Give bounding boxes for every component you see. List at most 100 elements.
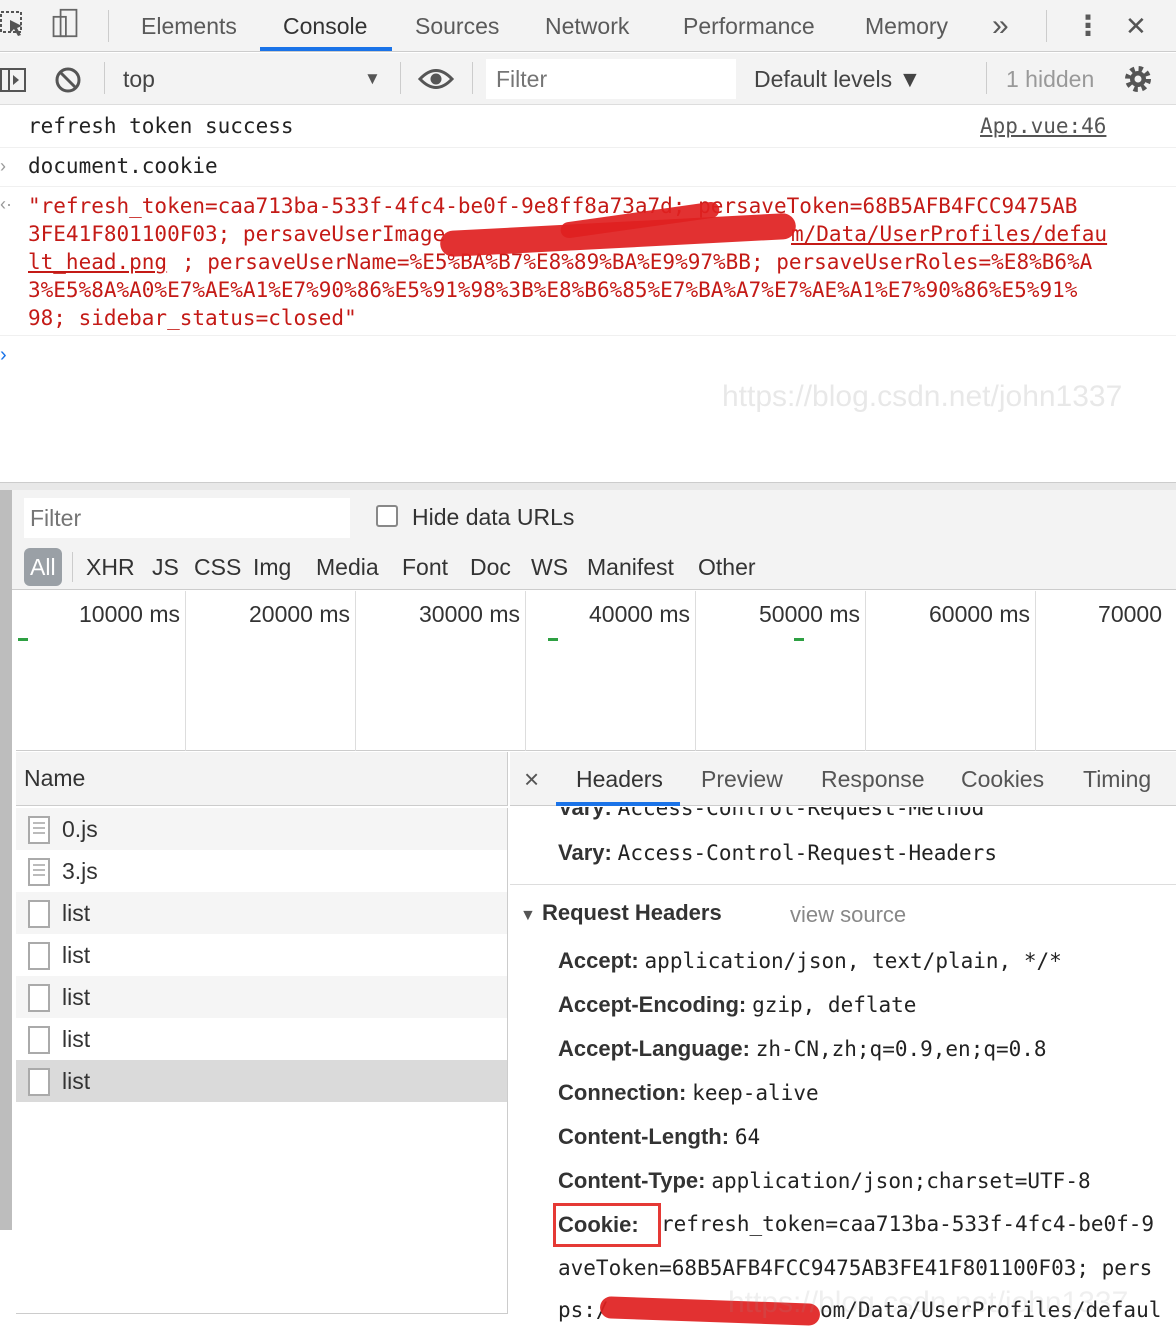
- header-name: Connection:: [558, 1080, 687, 1105]
- kebab-menu-icon[interactable]: ⋮: [1074, 0, 1102, 52]
- toolbar-divider: [1046, 10, 1047, 42]
- toolbar-divider: [108, 10, 109, 42]
- header-name: Accept-Encoding:: [558, 992, 747, 1017]
- device-toolbar-icon[interactable]: [50, 8, 80, 38]
- console-input-command: document.cookie: [28, 154, 218, 178]
- inspect-element-icon[interactable]: [0, 10, 30, 40]
- header-name: Content-Length:: [558, 1124, 730, 1149]
- section-divider: [510, 884, 1176, 885]
- cookie-output-line[interactable]: ; persaveUserName=%E5%BA%B7%E8%89%BA%E9%…: [182, 250, 1092, 274]
- header-value: application/json, text/plain, */*: [644, 949, 1062, 973]
- log-levels-dropdown[interactable]: Default levels ▼: [754, 53, 921, 105]
- request-name: list: [62, 1068, 91, 1094]
- tab-cookies[interactable]: Cookies: [961, 752, 1044, 806]
- close-icon[interactable]: ✕: [1125, 0, 1147, 52]
- filter-css-button[interactable]: CSS: [194, 548, 241, 586]
- context-selector[interactable]: top: [123, 53, 155, 105]
- timeline-tick-label: 70000: [1098, 601, 1162, 627]
- panel-divider: [0, 482, 1176, 490]
- filter-xhr-button[interactable]: XHR: [86, 548, 135, 586]
- filter-all-button[interactable]: All: [24, 548, 62, 586]
- request-row-selected[interactable]: list: [16, 1060, 508, 1102]
- name-column-header[interactable]: Name: [16, 752, 508, 806]
- hide-data-urls-checkbox[interactable]: [376, 505, 398, 527]
- active-detail-tab-indicator: [556, 802, 680, 806]
- tab-sources[interactable]: Sources: [415, 0, 499, 52]
- request-name: list: [62, 984, 91, 1010]
- timeline-gridline: [525, 591, 526, 751]
- show-sidebar-icon[interactable]: [0, 66, 28, 94]
- request-row[interactable]: 3.js: [16, 850, 508, 892]
- filter-img-button[interactable]: Img: [253, 548, 291, 586]
- filter-media-button[interactable]: Media: [316, 548, 379, 586]
- cookie-output-line[interactable]: 3%E5%8A%A0%E7%AE%A1%E7%90%86%E5%91%98%3B…: [28, 278, 1077, 302]
- watermark: https://blog.csdn.net/john1337: [728, 1286, 1129, 1319]
- name-header-label: Name: [24, 765, 86, 791]
- request-name: 0.js: [62, 816, 98, 842]
- clear-console-icon[interactable]: [54, 66, 82, 94]
- timeline-tick-label: 40000 ms: [588, 601, 690, 627]
- cookie-output-line[interactable]: 98; sidebar_status=closed": [28, 306, 357, 330]
- left-gutter: [0, 490, 12, 1230]
- header-name: Accept:: [558, 948, 639, 973]
- console-prompt-icon[interactable]: ›: [0, 344, 7, 367]
- request-row[interactable]: list: [16, 892, 508, 934]
- tab-preview[interactable]: Preview: [701, 752, 783, 806]
- watermark: https://blog.csdn.net/john1337: [722, 380, 1123, 413]
- filter-manifest-button[interactable]: Manifest: [587, 548, 674, 586]
- gear-icon[interactable]: [1122, 63, 1154, 95]
- request-header-row: Accept-Encoding: gzip, deflate: [558, 992, 916, 1018]
- header-value: keep-alive: [692, 1081, 819, 1105]
- filter-font-button[interactable]: Font: [402, 548, 448, 586]
- filter-ws-button[interactable]: WS: [531, 548, 568, 586]
- chevron-down-icon[interactable]: ▼: [364, 53, 381, 105]
- header-name: Vary:: [558, 840, 612, 865]
- header-name: Content-Type:: [558, 1168, 706, 1193]
- timeline-gridline: [695, 591, 696, 751]
- request-headers-section-title[interactable]: ▼ Request Headers: [520, 900, 722, 926]
- network-filter-input[interactable]: [24, 498, 350, 538]
- console-source-link[interactable]: App.vue:46: [980, 114, 1106, 138]
- toolbar-divider: [472, 62, 473, 94]
- hidden-count: 1 hidden: [1006, 66, 1095, 92]
- request-row[interactable]: 0.js: [16, 808, 508, 850]
- request-row[interactable]: list: [16, 976, 508, 1018]
- header-name: Vary:: [558, 807, 612, 820]
- console-filter-input[interactable]: [486, 59, 736, 99]
- tab-timing[interactable]: Timing: [1083, 752, 1151, 806]
- request-header-row: Content-Length: 64: [558, 1124, 760, 1150]
- toolbar-divider: [104, 62, 105, 94]
- more-tabs-icon[interactable]: »: [992, 0, 1009, 52]
- tab-memory[interactable]: Memory: [865, 0, 948, 52]
- live-expression-eye-icon[interactable]: [418, 66, 454, 92]
- filter-doc-button[interactable]: Doc: [470, 548, 511, 586]
- section-title-label: Request Headers: [541, 900, 722, 925]
- close-detail-icon[interactable]: ×: [524, 752, 539, 806]
- tab-network[interactable]: Network: [545, 0, 629, 52]
- tab-performance[interactable]: Performance: [683, 0, 815, 52]
- tab-response[interactable]: Response: [821, 752, 925, 806]
- view-source-link[interactable]: view source: [790, 902, 906, 928]
- response-header-vary: Vary: Access-Control-Request-Headers: [558, 840, 997, 866]
- cookie-output-link[interactable]: m/Data/UserProfiles/defau: [791, 222, 1107, 246]
- tab-headers[interactable]: Headers: [576, 752, 663, 806]
- request-row[interactable]: list: [16, 934, 508, 976]
- filter-js-button[interactable]: JS: [152, 548, 179, 586]
- header-value: gzip, deflate: [752, 993, 917, 1017]
- request-header-row: Content-Type: application/json;charset=U…: [558, 1168, 1091, 1194]
- toolbar-divider: [400, 62, 401, 94]
- cookie-output-line[interactable]: "refresh_token=caa713ba-533f-4fc4-be0f-9…: [28, 194, 1077, 218]
- document-file-icon: [28, 900, 50, 928]
- filter-other-button[interactable]: Other: [698, 548, 756, 586]
- timeline-tick-label: 10000 ms: [78, 601, 180, 627]
- timeline-request-mark: [548, 638, 558, 641]
- cookie-output-link[interactable]: lt_head.png: [28, 250, 167, 274]
- timeline-gridline: [185, 591, 186, 751]
- tab-console[interactable]: Console: [283, 0, 367, 52]
- expand-triangle-icon: ▼: [520, 907, 536, 924]
- timeline-request-mark: [794, 638, 804, 641]
- tab-elements[interactable]: Elements: [141, 0, 237, 52]
- response-header-vary: Vary: Access-Control-Request-Method: [558, 807, 984, 821]
- request-row[interactable]: list: [16, 1018, 508, 1060]
- cookie-output-line[interactable]: 3FE41F801100F03; persaveUserImage: [28, 222, 445, 246]
